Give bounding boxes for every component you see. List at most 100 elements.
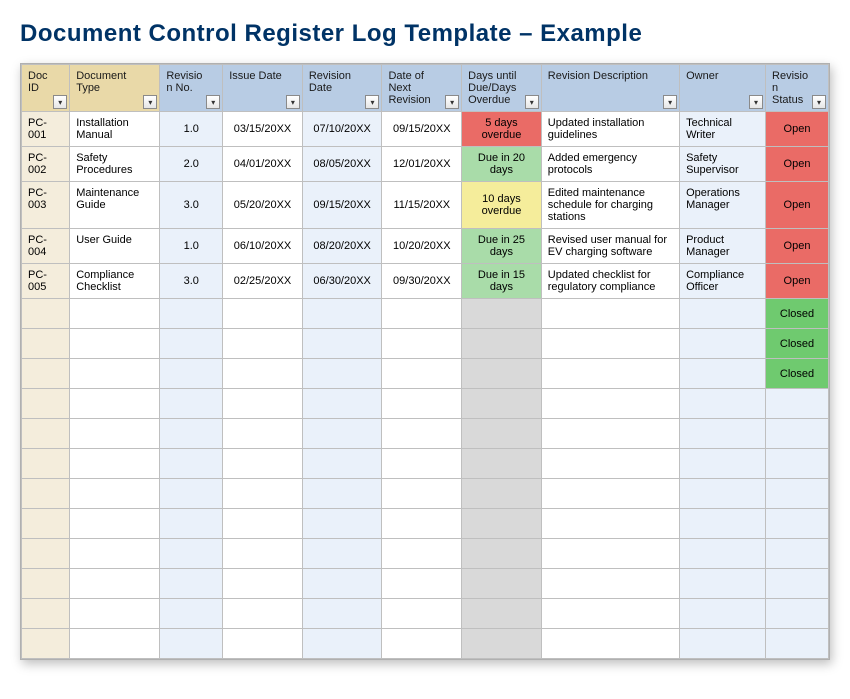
cell[interactable]: 06/10/20XX bbox=[223, 229, 303, 264]
cell[interactable] bbox=[302, 359, 382, 389]
cell[interactable] bbox=[766, 539, 829, 569]
cell[interactable] bbox=[302, 539, 382, 569]
cell[interactable] bbox=[160, 419, 223, 449]
cell[interactable] bbox=[680, 509, 766, 539]
cell[interactable] bbox=[541, 599, 679, 629]
cell[interactable] bbox=[462, 509, 542, 539]
cell[interactable] bbox=[680, 629, 766, 659]
cell[interactable]: Open bbox=[766, 112, 829, 147]
cell[interactable] bbox=[680, 419, 766, 449]
cell[interactable] bbox=[22, 599, 70, 629]
cell[interactable]: 3.0 bbox=[160, 264, 223, 299]
cell[interactable] bbox=[22, 569, 70, 599]
cell[interactable] bbox=[462, 569, 542, 599]
cell[interactable]: Safety Supervisor bbox=[680, 147, 766, 182]
cell[interactable]: Maintenance Guide bbox=[70, 182, 160, 229]
cell[interactable]: 10 days overdue bbox=[462, 182, 542, 229]
filter-dropdown-icon[interactable] bbox=[53, 95, 67, 109]
cell[interactable] bbox=[160, 539, 223, 569]
cell[interactable] bbox=[302, 329, 382, 359]
cell[interactable] bbox=[70, 449, 160, 479]
cell[interactable]: Due in 25 days bbox=[462, 229, 542, 264]
cell[interactable] bbox=[302, 569, 382, 599]
cell[interactable] bbox=[223, 329, 303, 359]
cell[interactable] bbox=[382, 569, 462, 599]
cell[interactable] bbox=[382, 299, 462, 329]
cell[interactable] bbox=[302, 599, 382, 629]
cell[interactable] bbox=[382, 629, 462, 659]
cell[interactable]: Open bbox=[766, 147, 829, 182]
cell[interactable] bbox=[541, 539, 679, 569]
cell[interactable] bbox=[766, 599, 829, 629]
filter-dropdown-icon[interactable] bbox=[525, 95, 539, 109]
cell[interactable] bbox=[70, 539, 160, 569]
cell[interactable] bbox=[22, 629, 70, 659]
cell[interactable] bbox=[223, 389, 303, 419]
cell[interactable]: 3.0 bbox=[160, 182, 223, 229]
cell[interactable] bbox=[223, 509, 303, 539]
cell[interactable]: Open bbox=[766, 182, 829, 229]
cell[interactable]: 2.0 bbox=[160, 147, 223, 182]
filter-dropdown-icon[interactable] bbox=[812, 95, 826, 109]
cell[interactable] bbox=[541, 329, 679, 359]
cell[interactable] bbox=[302, 389, 382, 419]
cell[interactable]: PC-001 bbox=[22, 112, 70, 147]
cell[interactable] bbox=[22, 389, 70, 419]
cell[interactable]: Open bbox=[766, 229, 829, 264]
cell[interactable] bbox=[680, 449, 766, 479]
cell[interactable] bbox=[22, 419, 70, 449]
cell[interactable]: PC-004 bbox=[22, 229, 70, 264]
cell[interactable] bbox=[382, 599, 462, 629]
cell[interactable] bbox=[680, 389, 766, 419]
cell[interactable] bbox=[160, 569, 223, 599]
cell[interactable] bbox=[541, 419, 679, 449]
cell[interactable] bbox=[382, 509, 462, 539]
cell[interactable]: Due in 15 days bbox=[462, 264, 542, 299]
filter-dropdown-icon[interactable] bbox=[663, 95, 677, 109]
cell[interactable]: Updated checklist for regulatory complia… bbox=[541, 264, 679, 299]
filter-dropdown-icon[interactable] bbox=[286, 95, 300, 109]
cell[interactable] bbox=[22, 479, 70, 509]
cell[interactable]: Added emergency protocols bbox=[541, 147, 679, 182]
cell[interactable]: 1.0 bbox=[160, 112, 223, 147]
cell[interactable] bbox=[766, 479, 829, 509]
cell[interactable]: 07/10/20XX bbox=[302, 112, 382, 147]
cell[interactable] bbox=[223, 599, 303, 629]
cell[interactable]: 10/20/20XX bbox=[382, 229, 462, 264]
cell[interactable] bbox=[223, 449, 303, 479]
cell[interactable]: 09/30/20XX bbox=[382, 264, 462, 299]
cell[interactable] bbox=[160, 449, 223, 479]
cell[interactable]: Closed bbox=[766, 359, 829, 389]
cell[interactable] bbox=[680, 599, 766, 629]
cell[interactable] bbox=[766, 569, 829, 599]
cell[interactable] bbox=[70, 599, 160, 629]
filter-dropdown-icon[interactable] bbox=[445, 95, 459, 109]
cell[interactable] bbox=[70, 479, 160, 509]
cell[interactable] bbox=[462, 419, 542, 449]
cell[interactable]: Product Manager bbox=[680, 229, 766, 264]
cell[interactable] bbox=[541, 479, 679, 509]
cell[interactable] bbox=[160, 389, 223, 419]
cell[interactable] bbox=[70, 509, 160, 539]
cell[interactable]: Open bbox=[766, 264, 829, 299]
cell[interactable]: Edited maintenance schedule for charging… bbox=[541, 182, 679, 229]
cell[interactable] bbox=[680, 539, 766, 569]
cell[interactable] bbox=[22, 509, 70, 539]
cell[interactable] bbox=[680, 569, 766, 599]
filter-dropdown-icon[interactable] bbox=[749, 95, 763, 109]
cell[interactable] bbox=[541, 299, 679, 329]
cell[interactable] bbox=[302, 299, 382, 329]
cell[interactable] bbox=[70, 389, 160, 419]
cell[interactable] bbox=[223, 479, 303, 509]
cell[interactable] bbox=[70, 359, 160, 389]
cell[interactable]: PC-003 bbox=[22, 182, 70, 229]
cell[interactable] bbox=[160, 629, 223, 659]
cell[interactable] bbox=[22, 539, 70, 569]
cell[interactable] bbox=[22, 359, 70, 389]
cell[interactable] bbox=[22, 299, 70, 329]
cell[interactable]: 1.0 bbox=[160, 229, 223, 264]
filter-dropdown-icon[interactable] bbox=[206, 95, 220, 109]
cell[interactable] bbox=[160, 329, 223, 359]
cell[interactable]: PC-005 bbox=[22, 264, 70, 299]
cell[interactable] bbox=[70, 419, 160, 449]
